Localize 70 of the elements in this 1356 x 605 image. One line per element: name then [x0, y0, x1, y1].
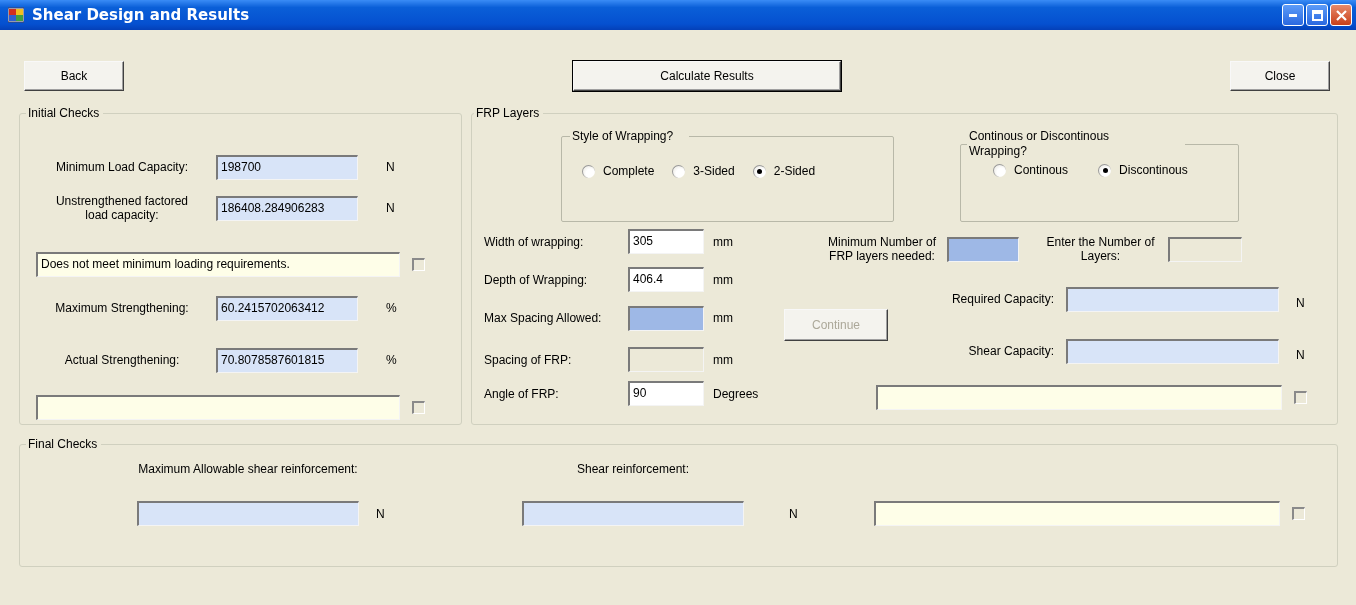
- checkbox[interactable]: [1292, 507, 1305, 520]
- radio-option[interactable]: Complete: [582, 164, 655, 178]
- field-label: Angle of FRP:: [484, 386, 560, 401]
- input-field[interactable]: 305: [628, 229, 704, 254]
- field-label: Minimum Load Capacity:: [54, 160, 190, 174]
- field-label: Shear Capacity:: [967, 344, 1054, 358]
- input-field[interactable]: [137, 501, 359, 526]
- message-field[interactable]: [36, 394, 400, 420]
- group-title: Initial Checks: [27, 106, 101, 120]
- checkbox[interactable]: [412, 400, 425, 414]
- unit-label: N: [386, 160, 395, 174]
- minimize-button[interactable]: [1282, 4, 1304, 26]
- field-label: Unstrengthened factored load capacity:: [54, 194, 190, 222]
- input-field[interactable]: 406.4: [628, 267, 704, 292]
- input-field[interactable]: 186408.284906283: [216, 195, 358, 221]
- input-field[interactable]: 70.8078587601815: [216, 347, 358, 373]
- unit-label: %: [386, 353, 397, 367]
- close-button[interactable]: [1330, 4, 1352, 26]
- unit-label: N: [1296, 348, 1305, 362]
- maximize-button[interactable]: [1306, 4, 1328, 26]
- field-label: Minimum Number of FRP layers needed:: [827, 235, 937, 263]
- field-label: Width of wrapping:: [484, 234, 585, 249]
- radio-option[interactable]: Continous: [993, 163, 1069, 177]
- field-label: Required Capacity:: [950, 292, 1054, 306]
- back-button[interactable]: Back: [24, 61, 124, 91]
- field-label: Spacing of FRP:: [484, 352, 573, 367]
- input-field[interactable]: 60.2415702063412: [216, 295, 358, 321]
- unit-label: Degrees: [713, 386, 759, 401]
- checkbox[interactable]: [1294, 390, 1307, 404]
- input-field[interactable]: [522, 501, 744, 526]
- message-field[interactable]: [874, 501, 1280, 526]
- window-title: Shear Design and Results: [32, 6, 251, 24]
- group-title: Continous or Discontinous Wrapping?: [968, 129, 1111, 159]
- group-title: FRP Layers: [475, 106, 541, 120]
- input-field[interactable]: [1066, 286, 1279, 312]
- unit-label: %: [386, 301, 397, 315]
- field-label: Maximum Allowable shear reinforcement:: [137, 462, 359, 476]
- field-label: Max Spacing Allowed:: [484, 311, 603, 325]
- close-window-button[interactable]: Close: [1230, 61, 1330, 91]
- unit-label: mm: [713, 234, 733, 249]
- field-label: Actual Strengthening:: [63, 353, 181, 367]
- input-field[interactable]: 198700: [216, 154, 358, 180]
- field-label: Maximum Strengthening:: [54, 301, 190, 315]
- field-label: Enter the Number of Layers:: [1045, 235, 1156, 263]
- input-field[interactable]: 90: [628, 381, 704, 406]
- minimize-icon: [1289, 13, 1297, 17]
- app-icon: [8, 7, 24, 23]
- input-field[interactable]: [947, 236, 1019, 262]
- group-title: Style of Wrapping?: [571, 129, 675, 144]
- close-icon: [1335, 9, 1347, 21]
- radio-option[interactable]: 3-Sided: [672, 164, 735, 178]
- unit-label: N: [789, 506, 798, 521]
- field-label: Depth of Wrapping:: [484, 272, 589, 287]
- unit-label: mm: [713, 311, 733, 325]
- radio-option[interactable]: Discontinous: [1098, 163, 1188, 177]
- input-field[interactable]: [628, 305, 704, 331]
- radio-option[interactable]: 2-Sided: [752, 164, 816, 178]
- unit-label: mm: [713, 352, 733, 367]
- unit-label: N: [376, 506, 385, 521]
- calculate-button[interactable]: Calculate Results: [573, 61, 841, 91]
- unit-label: N: [386, 201, 395, 215]
- checkbox[interactable]: [412, 257, 425, 271]
- maximize-icon: [1311, 9, 1323, 21]
- message-field[interactable]: Does not meet minimum loading requirements.: [36, 251, 400, 277]
- unit-label: N: [1296, 296, 1305, 310]
- field-label: Shear reinforcement:: [575, 462, 691, 476]
- unit-label: mm: [713, 272, 733, 287]
- input-field[interactable]: [1066, 338, 1279, 364]
- message-field[interactable]: [876, 384, 1282, 410]
- group-title: Final Checks: [27, 437, 99, 451]
